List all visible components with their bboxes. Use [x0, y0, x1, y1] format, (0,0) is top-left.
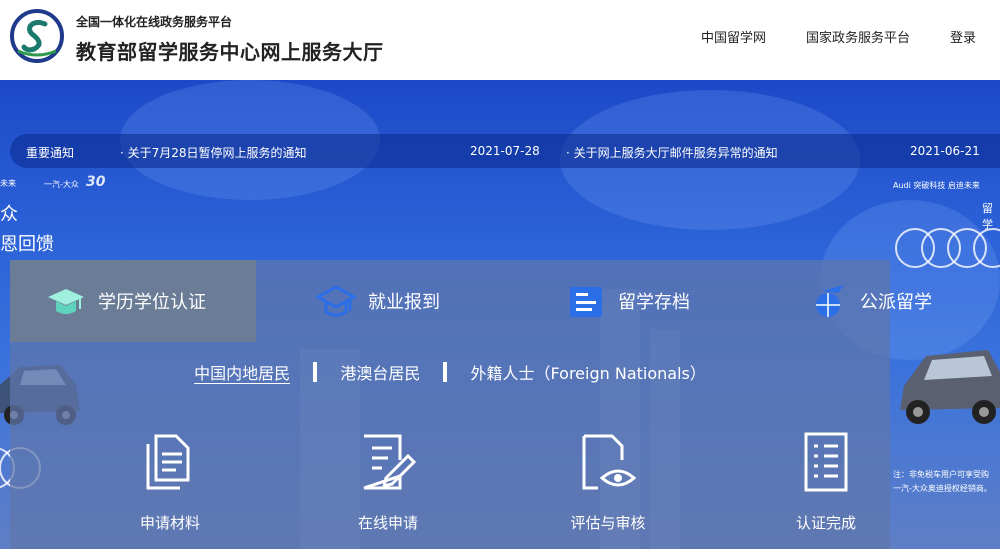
notice-label: 重要通知 — [26, 146, 75, 160]
tab-label: 留学存档 — [618, 292, 690, 313]
notice-link[interactable]: · 关于网上服务大厅邮件服务异常的通知 — [566, 144, 778, 161]
step-verification-complete[interactable]: 认证完成 — [766, 430, 886, 533]
ad-text: 恩回馈 — [0, 234, 54, 255]
login-link[interactable]: 登录 — [950, 27, 976, 46]
ad-text: 众 — [0, 204, 18, 225]
ad-disclaimer: 注：非免税车用户可享受购 一汽-大众奥迪授权经销商。 — [893, 468, 992, 496]
car-image[interactable] — [898, 342, 1000, 432]
tab-label: 学历学位认证 — [98, 292, 206, 313]
tab-label: 就业报到 — [368, 292, 440, 313]
tab-government-sponsored[interactable]: 公派留学 — [808, 260, 932, 342]
graduation-cap-icon — [48, 289, 84, 314]
nav-link-gov-platform[interactable]: 国家政务服务平台 — [806, 27, 910, 46]
service-panel: 学历学位认证 就业报到 留学存档 公派留学 中国内地居民 港澳台居民 外籍人士（… — [10, 260, 932, 549]
tab-label: 公派留学 — [860, 292, 932, 313]
notice-date: 2021-06-21 — [910, 144, 980, 158]
hero-banner: 重要通知 · 关于7月28日暂停网上服务的通知 2021-07-28 · 关于网… — [0, 80, 1000, 549]
checklist-icon — [804, 432, 848, 492]
step-online-application[interactable]: 在线申请 — [328, 430, 448, 533]
platform-subtitle: 全国一体化在线政务服务平台 — [76, 15, 233, 29]
ad-anniversary-logo: 30 — [86, 174, 106, 190]
option-mainland-residents[interactable]: 中国内地居民 — [194, 360, 290, 384]
step-label: 在线申请 — [357, 514, 418, 532]
nav-link-cscse[interactable]: 中国留学网 — [701, 27, 766, 46]
ad-note-line: 一汽-大众奥迪授权经销商。 — [893, 484, 992, 493]
airplane-globe-icon — [816, 285, 844, 317]
tab-study-archive[interactable]: 留学存档 — [566, 260, 690, 342]
option-divider — [443, 362, 448, 382]
step-application-materials[interactable]: 申请材料 — [110, 430, 230, 533]
tab-employment-report[interactable]: 就业报到 — [316, 260, 440, 342]
mortarboard-icon — [316, 285, 356, 317]
edit-form-icon — [363, 434, 417, 490]
notice-bar: 重要通知 · 关于7月28日暂停网上服务的通知 2021-07-28 · 关于网… — [10, 134, 1000, 168]
ad-text: 未来 — [0, 179, 16, 188]
ad-text: Audi 突破科技 启迪未来 — [893, 181, 980, 190]
step-label: 评估与审核 — [570, 514, 646, 532]
documents-icon — [146, 434, 190, 490]
step-label: 认证完成 — [795, 514, 856, 532]
service-tabs: 学历学位认证 就业报到 留学存档 公派留学 — [10, 260, 990, 342]
option-divider — [313, 362, 318, 382]
option-foreign-nationals[interactable]: 外籍人士（Foreign Nationals） — [471, 360, 706, 384]
ad-note-line: 注：非免税车用户可享受购 — [893, 470, 989, 479]
notice-link[interactable]: · 关于7月28日暂停网上服务的通知 — [120, 144, 307, 161]
top-header: 全国一体化在线政务服务平台 教育部留学服务中心网上服务大厅 中国留学网 国家政务… — [0, 0, 1000, 80]
option-hk-macau-taiwan-residents[interactable]: 港澳台居民 — [340, 360, 420, 384]
step-label: 申请材料 — [139, 514, 200, 532]
step-evaluation-review[interactable]: 评估与审核 — [548, 430, 668, 533]
process-steps: 申请材料 在线申请 评估与审核 认证完成 — [10, 430, 890, 549]
applicant-type-options: 中国内地居民 港澳台居民 外籍人士（Foreign Nationals） — [10, 360, 890, 384]
site-logo-icon[interactable] — [10, 9, 64, 63]
review-eye-icon — [582, 434, 637, 490]
top-nav: 中国留学网 国家政务服务平台 登录 — [701, 27, 976, 46]
tab-degree-verification[interactable]: 学历学位认证 — [10, 260, 256, 342]
ad-text: 一汽-大众 — [44, 180, 79, 189]
archive-folder-icon — [570, 287, 602, 317]
site-title[interactable]: 教育部留学服务中心网上服务大厅 — [76, 36, 384, 65]
notice-date: 2021-07-28 — [470, 144, 540, 158]
